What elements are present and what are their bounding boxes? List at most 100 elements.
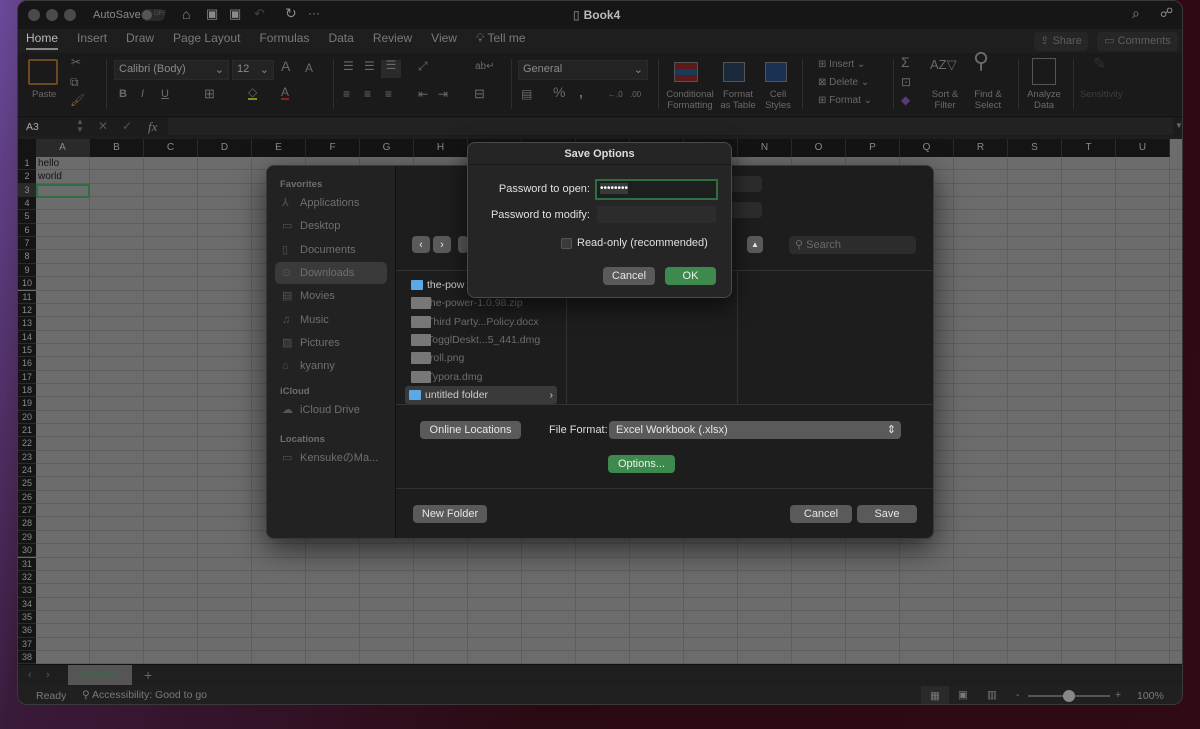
format-cells-button[interactable]: ⊞ Format ⌄ <box>818 95 872 106</box>
cell-A1[interactable]: hello <box>38 157 59 170</box>
save-button[interactable]: Save <box>857 505 917 523</box>
row-header-33[interactable]: 33 <box>18 584 36 598</box>
row-header-16[interactable]: 16 <box>18 357 36 371</box>
increase-indent-icon[interactable]: ⇥ <box>438 88 448 100</box>
row-header-2[interactable]: 2 <box>18 170 36 184</box>
row-header-28[interactable]: 28 <box>18 517 36 531</box>
name-box-stepper[interactable]: ▲ ▼ <box>76 118 84 134</box>
font-name-select[interactable]: Calibri (Body) ⌄ <box>114 60 229 80</box>
row-header-3[interactable]: 3 <box>18 183 36 198</box>
formula-input[interactable] <box>168 118 1173 135</box>
row-header-29[interactable]: 29 <box>18 530 36 545</box>
row-header-8[interactable]: 8 <box>18 250 36 264</box>
copy-icon[interactable]: ⧉ <box>70 76 79 88</box>
scroll-sheets-left-icon[interactable]: ‹ <box>28 669 32 681</box>
new-folder-button[interactable]: New Folder <box>413 505 487 523</box>
page-break-view-icon[interactable]: ▥ <box>987 689 997 701</box>
sidebar-item-icloud-drive[interactable]: ☁ iCloud Drive <box>275 399 387 421</box>
save-icon[interactable]: ▣ <box>206 6 218 22</box>
sensitivity-icon[interactable]: ✎ <box>1093 57 1106 73</box>
zoom-out-button[interactable]: - <box>1016 689 1020 701</box>
find-select-icon[interactable]: ⚲ <box>973 50 989 72</box>
row-header-38[interactable]: 38 <box>18 650 36 664</box>
autosum-icon[interactable]: Σ <box>901 55 910 69</box>
column-header-O[interactable]: O <box>792 139 846 157</box>
decrease-indent-icon[interactable]: ⇤ <box>418 88 428 100</box>
options-button[interactable]: Options... <box>608 455 675 473</box>
font-size-select[interactable]: 12 ⌄ <box>232 60 274 80</box>
format-painter-icon[interactable]: 🖌︎ <box>70 94 85 106</box>
row-header-13[interactable]: 13 <box>18 317 36 331</box>
password-open-input[interactable]: •••••••• <box>595 179 718 200</box>
collaborate-icon[interactable]: ☍ <box>1160 5 1173 21</box>
align-right-icon[interactable]: ≡ <box>385 88 392 100</box>
sidebar-item-pictures[interactable]: ▨ Pictures <box>275 332 387 354</box>
tab-page-layout[interactable]: Page Layout <box>173 31 240 50</box>
confirm-entry-icon[interactable]: ✓ <box>122 119 132 133</box>
undo-icon[interactable]: ↶ <box>254 6 265 22</box>
fill-color-icon[interactable]: ◇ <box>248 86 258 100</box>
row-header-25[interactable]: 25 <box>18 477 36 491</box>
selected-cell-A3[interactable] <box>36 183 90 199</box>
scroll-sheets-right-icon[interactable]: › <box>46 669 50 681</box>
row-header-4[interactable]: 4 <box>18 197 36 211</box>
cell-A2[interactable]: world <box>38 170 62 183</box>
home-icon[interactable]: ⌂ <box>182 6 190 22</box>
redo-icon[interactable]: ↻ <box>285 5 297 22</box>
minimize-window-button[interactable] <box>46 9 58 21</box>
tab-draw[interactable]: Draw <box>126 31 154 50</box>
row-header-35[interactable]: 35 <box>18 610 36 625</box>
align-top-icon[interactable]: ☰ <box>343 60 354 72</box>
align-bottom-icon[interactable]: ☰ <box>381 59 401 78</box>
insert-cells-button[interactable]: ⊞ Insert ⌄ <box>818 59 865 70</box>
tab-formulas[interactable]: Formulas <box>259 31 309 50</box>
file-format-select[interactable]: Excel Workbook (.xlsx) ⇕ <box>609 421 901 439</box>
row-header-23[interactable]: 23 <box>18 450 36 465</box>
row-header-10[interactable]: 10 <box>18 277 36 291</box>
sort-filter-icon[interactable]: AZ▽ <box>930 58 957 71</box>
row-header-27[interactable]: 27 <box>18 504 36 518</box>
sidebar-item-applications[interactable]: ⅄ Applications <box>275 192 387 214</box>
row-header-7[interactable]: 7 <box>18 237 36 251</box>
row-header-9[interactable]: 9 <box>18 263 36 278</box>
password-modify-input[interactable] <box>597 206 716 223</box>
file-item[interactable]: Third Party...Policy.docx <box>407 313 557 331</box>
file-item[interactable]: TogglDeskt...5_441.dmg <box>407 331 557 349</box>
page-layout-view-icon[interactable]: ▣ <box>958 689 968 701</box>
save-options-cancel-button[interactable]: Cancel <box>603 267 655 285</box>
tab-review[interactable]: Review <box>373 31 412 50</box>
cancel-save-button[interactable]: Cancel <box>790 505 852 523</box>
row-header-37[interactable]: 37 <box>18 637 36 651</box>
column-header-T[interactable]: T <box>1062 139 1116 157</box>
cell-styles-button[interactable]: Cell Styles <box>760 89 796 111</box>
search-icon[interactable]: ⌕ <box>1132 5 1140 22</box>
row-header-12[interactable]: 12 <box>18 303 36 318</box>
column-header-E[interactable]: E <box>252 139 306 157</box>
zoom-window-button[interactable] <box>64 9 76 21</box>
row-header-19[interactable]: 19 <box>18 397 36 411</box>
row-header-17[interactable]: 17 <box>18 370 36 384</box>
row-header-5[interactable]: 5 <box>18 210 36 224</box>
analyze-data-icon[interactable] <box>1032 58 1056 85</box>
forward-button[interactable]: › <box>433 236 451 253</box>
accessibility-status[interactable]: ⚲ Accessibility: Good to go <box>82 689 207 701</box>
column-header-P[interactable]: P <box>846 139 900 157</box>
fill-icon[interactable]: ⊡ <box>901 76 911 88</box>
tab-view[interactable]: View <box>431 31 457 50</box>
find-select-button[interactable]: Find & Select <box>968 89 1008 111</box>
row-header-20[interactable]: 20 <box>18 410 36 424</box>
format-as-table-button[interactable]: Format as Table <box>718 89 758 111</box>
row-header-6[interactable]: 6 <box>18 223 36 238</box>
row-header-31[interactable]: 31 <box>18 557 36 571</box>
row-header-21[interactable]: 21 <box>18 424 36 438</box>
autosave-toggle[interactable]: OFF <box>141 9 166 21</box>
row-header-26[interactable]: 26 <box>18 490 36 505</box>
comments-button[interactable]: ▭ Comments <box>1097 32 1178 51</box>
align-left-icon[interactable]: ≡ <box>343 88 350 100</box>
column-header-Q[interactable]: Q <box>900 139 954 157</box>
sheet-tab-sheet1[interactable]: Sheet1 <box>68 665 132 685</box>
paste-button[interactable]: Paste <box>32 89 56 100</box>
format-as-table-icon[interactable] <box>723 62 745 82</box>
row-header-32[interactable]: 32 <box>18 570 36 585</box>
tab-tell-me[interactable]: 💡︎ Tell me <box>476 31 526 50</box>
